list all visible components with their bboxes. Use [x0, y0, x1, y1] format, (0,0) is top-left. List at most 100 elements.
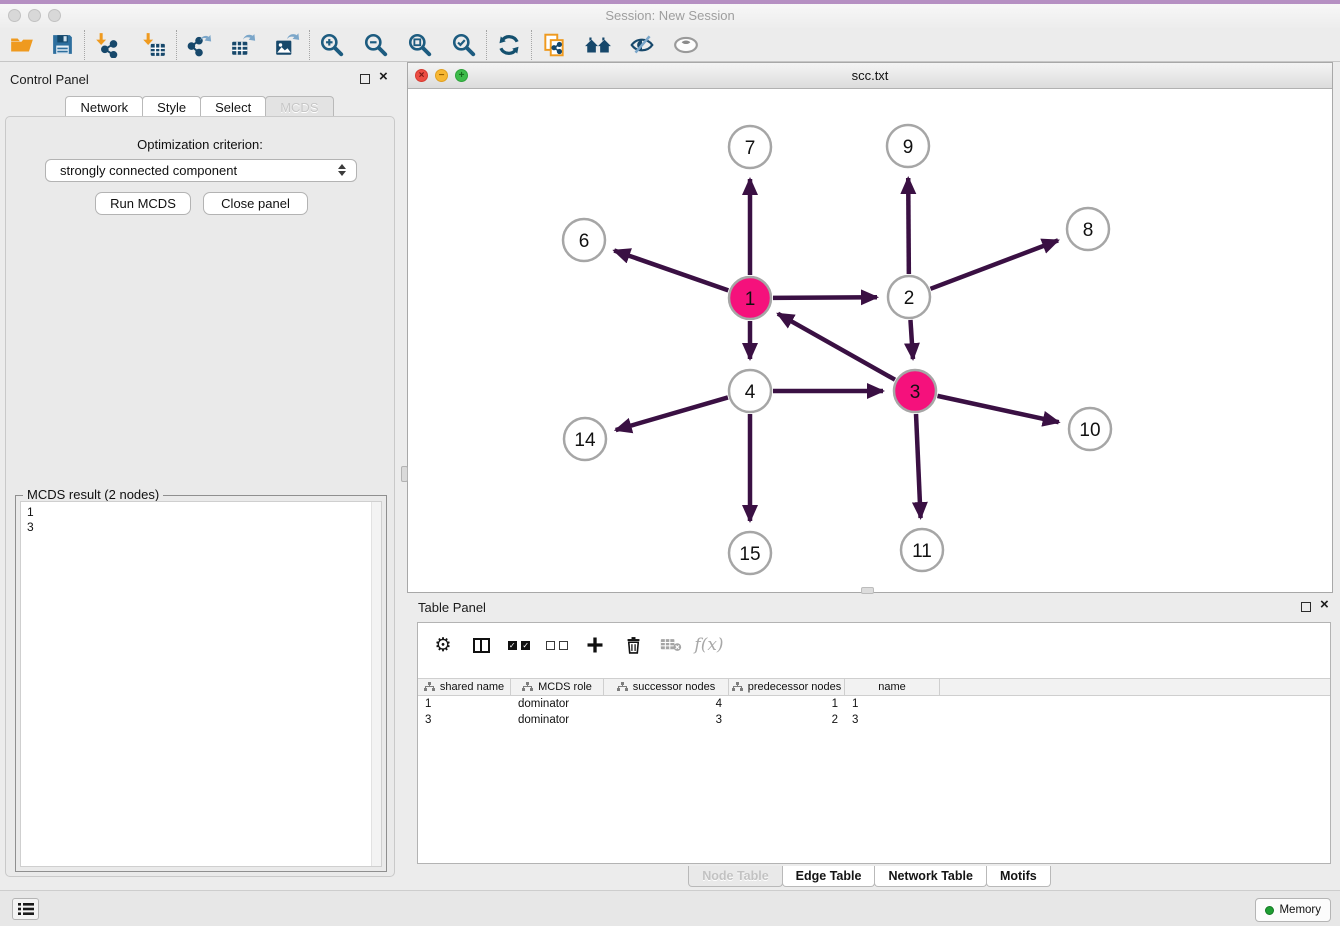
status-bar: Memory — [0, 890, 1340, 926]
mcds-panel: Optimization criterion: strongly connect… — [5, 116, 395, 877]
export-table-icon[interactable] — [229, 31, 257, 59]
column-header-successor-nodes[interactable]: successor nodes — [604, 679, 729, 695]
add-column-icon[interactable] — [580, 631, 610, 659]
tab-network[interactable]: Network — [65, 96, 143, 117]
node-label-4: 4 — [745, 382, 756, 403]
node-table[interactable]: shared name MCDS role successor nodes prede… — [418, 678, 1330, 728]
task-history-button[interactable] — [12, 898, 39, 920]
tab-mcds[interactable]: MCDS — [265, 96, 333, 117]
memory-button[interactable]: Memory — [1255, 898, 1331, 922]
mcds-result-list[interactable]: 13 — [20, 501, 382, 867]
result-scrollbar[interactable] — [371, 502, 381, 866]
table-cell[interactable]: dominator — [511, 714, 604, 726]
zoom-fit-icon[interactable] — [406, 31, 434, 59]
show-graphics-icon[interactable] — [672, 31, 700, 59]
delete-column-icon[interactable] — [618, 631, 648, 659]
vertical-splitter-grip[interactable] — [401, 466, 408, 482]
list-icon — [18, 902, 34, 916]
save-icon[interactable] — [48, 31, 76, 59]
open-folder-icon[interactable] — [8, 31, 36, 59]
table-row[interactable]: 1dominator411 — [418, 696, 1330, 712]
table-cell[interactable]: 1 — [845, 698, 940, 710]
hide-graphics-icon[interactable] — [628, 31, 656, 59]
zoom-selected-icon[interactable] — [450, 31, 478, 59]
edge-4-14[interactable] — [616, 397, 728, 430]
column-header-shared-name[interactable]: shared name — [418, 679, 511, 695]
edge-2-9[interactable] — [908, 178, 909, 274]
edge-1-6[interactable] — [614, 251, 728, 291]
duplicate-network-icon[interactable] — [540, 31, 568, 59]
refresh-icon[interactable] — [495, 31, 523, 59]
edge-2-3[interactable] — [910, 320, 912, 359]
table-cell[interactable]: 3 — [604, 714, 729, 726]
criterion-dropdown[interactable]: strongly connected component — [45, 159, 357, 182]
column-header-predecessor-nodes[interactable]: predecessor nodes — [729, 679, 845, 695]
memory-status-icon — [1265, 906, 1274, 915]
zoom-out-icon[interactable] — [362, 31, 390, 59]
mcds-result-title: MCDS result (2 nodes) — [23, 487, 163, 502]
tab-motifs[interactable]: Motifs — [986, 866, 1051, 887]
export-network-icon[interactable] — [185, 31, 213, 59]
edge-2-8[interactable] — [931, 240, 1059, 288]
close-panel-button[interactable]: Close panel — [203, 192, 308, 215]
close-panel-icon[interactable]: × — [379, 68, 388, 86]
toolbar-separator — [531, 30, 532, 60]
import-network-icon[interactable] — [93, 31, 121, 59]
edge-3-1[interactable] — [778, 314, 895, 380]
import-table-icon[interactable] — [140, 31, 168, 59]
table-header-row[interactable]: shared name MCDS role successor nodes prede… — [418, 678, 1330, 696]
tab-edge-table[interactable]: Edge Table — [782, 866, 876, 887]
columns-icon[interactable] — [466, 631, 496, 659]
table-cell[interactable]: 3 — [845, 714, 940, 726]
column-header-spacer — [940, 679, 1078, 695]
control-panel-tabs: Network Style Select MCDS — [0, 96, 400, 117]
table-cell[interactable]: 4 — [604, 698, 729, 710]
edge-3-10[interactable] — [937, 396, 1058, 422]
tab-node-table[interactable]: Node Table — [688, 866, 782, 887]
column-label: MCDS role — [538, 681, 592, 693]
tab-style[interactable]: Style — [142, 96, 201, 117]
table-panel-title: Table Panel — [418, 600, 486, 615]
network-window-titlebar[interactable]: × − + scc.txt — [408, 63, 1332, 89]
column-header-name[interactable]: name — [845, 679, 940, 695]
edge-1-2[interactable] — [773, 297, 877, 298]
table-cell[interactable]: 1 — [418, 698, 511, 710]
dropdown-stepper-icon — [338, 164, 346, 176]
table-row[interactable]: 3dominator323 — [418, 712, 1330, 728]
gear-icon[interactable]: ⚙ — [428, 631, 458, 659]
run-mcds-button[interactable]: Run MCDS — [95, 192, 191, 215]
mcds-result-group: MCDS result (2 nodes) 13 — [15, 495, 387, 872]
node-label-11: 11 — [912, 541, 932, 562]
delete-table-icon — [656, 631, 686, 659]
mcds-result-line: 1 — [27, 505, 375, 520]
network-graph[interactable]: 1234678910111415 — [408, 89, 1332, 592]
tab-select[interactable]: Select — [200, 96, 266, 117]
zoom-in-icon[interactable] — [318, 31, 346, 59]
edge-3-11[interactable] — [916, 414, 921, 518]
table-cell[interactable]: 3 — [418, 714, 511, 726]
float-table-panel-icon[interactable] — [1301, 602, 1311, 612]
column-header-MCDS-role[interactable]: MCDS role — [511, 679, 604, 695]
network-view-window: × − + scc.txt 1234678910111415 — [407, 62, 1333, 593]
network-canvas[interactable]: 1234678910111415 — [408, 89, 1332, 592]
home-icon[interactable] — [584, 31, 612, 59]
float-panel-icon[interactable] — [360, 74, 370, 84]
column-label: shared name — [440, 681, 504, 693]
hierarchy-icon — [522, 682, 533, 692]
table-cell[interactable]: dominator — [511, 698, 604, 710]
toolbar-separator — [309, 30, 310, 60]
table-cell[interactable]: 2 — [729, 714, 845, 726]
table-cell[interactable]: 1 — [729, 698, 845, 710]
table-toolbar: ⚙ ✓ ✓ f(x) — [418, 623, 1330, 667]
mcds-result-line: 3 — [27, 520, 375, 535]
select-all-icon[interactable]: ✓ ✓ — [504, 631, 534, 659]
tab-network-table[interactable]: Network Table — [874, 866, 987, 887]
function-builder-icon: f(x) — [694, 631, 724, 659]
unselect-all-icon[interactable] — [542, 631, 572, 659]
main-toolbar — [0, 28, 1340, 62]
node-label-14: 14 — [574, 430, 596, 451]
memory-label: Memory — [1279, 904, 1321, 916]
column-label: predecessor nodes — [748, 681, 842, 693]
export-image-icon[interactable] — [273, 31, 301, 59]
close-table-panel-icon[interactable]: × — [1320, 596, 1329, 614]
